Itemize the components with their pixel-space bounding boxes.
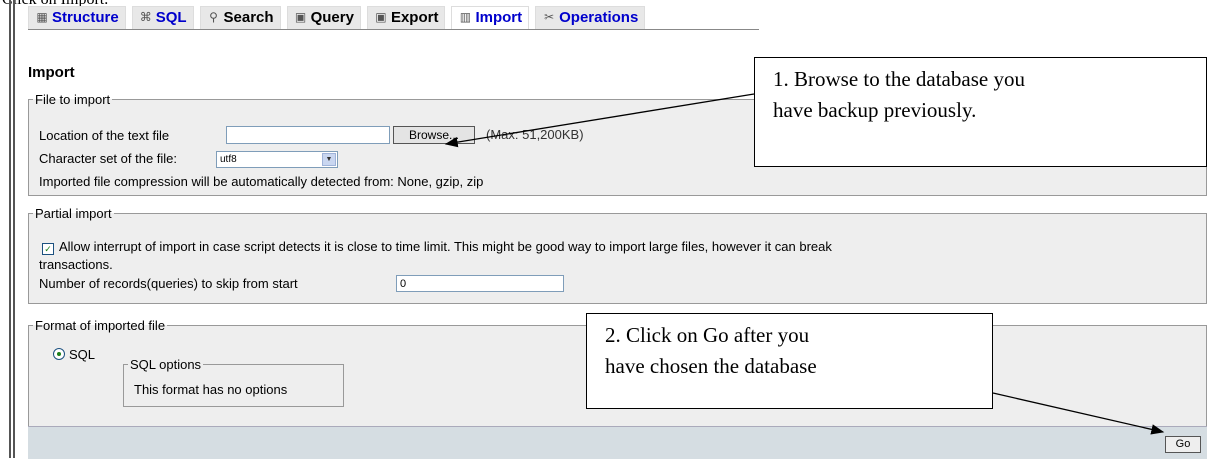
tab-export[interactable]: ▣ Export — [366, 6, 446, 29]
max-size-note: (Max: 51,200KB) — [486, 127, 584, 142]
tab-label: Export — [390, 9, 439, 26]
tab-label: Import — [475, 9, 523, 26]
fieldset-legend: Partial import — [35, 206, 112, 221]
page-title: Import — [28, 64, 75, 81]
fieldset-legend: SQL options — [130, 357, 202, 372]
search-icon: ⚲ — [209, 10, 218, 24]
callout-line: 1. Browse to the database you — [773, 67, 1025, 91]
allow-interrupt-row: ✓ Allow interrupt of import in case scrip… — [42, 239, 832, 255]
callout-go: 2. Click on Go after you have chosen the… — [586, 313, 993, 409]
tab-structure[interactable]: ▦ Structure — [28, 6, 126, 29]
query-icon: ▣ — [294, 10, 307, 24]
skip-records-label: Number of records(queries) to skip from … — [39, 276, 298, 291]
tab-sql[interactable]: ⌘ SQL — [131, 6, 194, 29]
location-file-input[interactable] — [226, 126, 390, 144]
tab-label: Structure — [52, 9, 119, 26]
charset-select[interactable]: utf8 ▼ — [216, 151, 338, 168]
export-icon: ▣ — [375, 10, 387, 24]
tab-label: Search — [223, 9, 274, 26]
sql-radio-label: SQL — [69, 347, 96, 362]
location-label: Location of the text file — [39, 128, 170, 143]
sql-radio[interactable] — [53, 348, 65, 360]
callout-browse: 1. Browse to the database you have backu… — [754, 57, 1207, 167]
tab-label: Operations — [559, 9, 639, 26]
tab-bar-underline — [28, 29, 759, 30]
charset-label: Character set of the file: — [39, 151, 178, 166]
operations-icon: ✂ — [544, 10, 555, 24]
fieldset-legend: File to import — [35, 92, 111, 107]
callout-line: have chosen the database — [605, 354, 817, 378]
structure-icon: ▦ — [36, 10, 48, 24]
import-icon: ▥ — [459, 10, 472, 24]
tab-operations[interactable]: ✂ Operations — [535, 6, 646, 29]
page-left-rule — [9, 0, 11, 458]
skip-records-input[interactable] — [396, 275, 564, 292]
go-bar: Go — [28, 426, 1207, 459]
page-left-rule-inner — [13, 0, 15, 458]
tab-search[interactable]: ⚲ Search — [199, 6, 281, 29]
sql-options-text: This format has no options — [134, 382, 288, 397]
tab-query[interactable]: ▣ Query — [286, 6, 361, 29]
tab-label: Query — [310, 9, 354, 26]
callout-line: have backup previously. — [773, 98, 977, 122]
tab-import[interactable]: ▥ Import — [451, 6, 530, 29]
callout-line: 2. Click on Go after you — [605, 323, 810, 347]
chevron-down-icon: ▼ — [322, 153, 336, 166]
charset-selected-value: utf8 — [220, 154, 237, 165]
compression-note: Imported file compression will be automa… — [39, 174, 484, 189]
allow-interrupt-checkbox[interactable]: ✓ — [42, 243, 54, 255]
sql-icon: ⌘ — [139, 10, 152, 24]
allow-interrupt-label-continued: transactions. — [39, 257, 113, 272]
allow-interrupt-label: Allow interrupt of import in case script… — [59, 239, 832, 254]
tab-label: SQL — [155, 9, 187, 26]
go-button[interactable]: Go — [1165, 436, 1201, 453]
format-option-sql[interactable]: SQL — [53, 347, 95, 362]
fieldset-legend: Format of imported file — [35, 318, 166, 333]
browse-button[interactable]: Browse... — [393, 126, 475, 144]
tab-bar: ▦ Structure ⌘ SQL ⚲ Search ▣ Query ▣ Exp… — [28, 6, 646, 29]
